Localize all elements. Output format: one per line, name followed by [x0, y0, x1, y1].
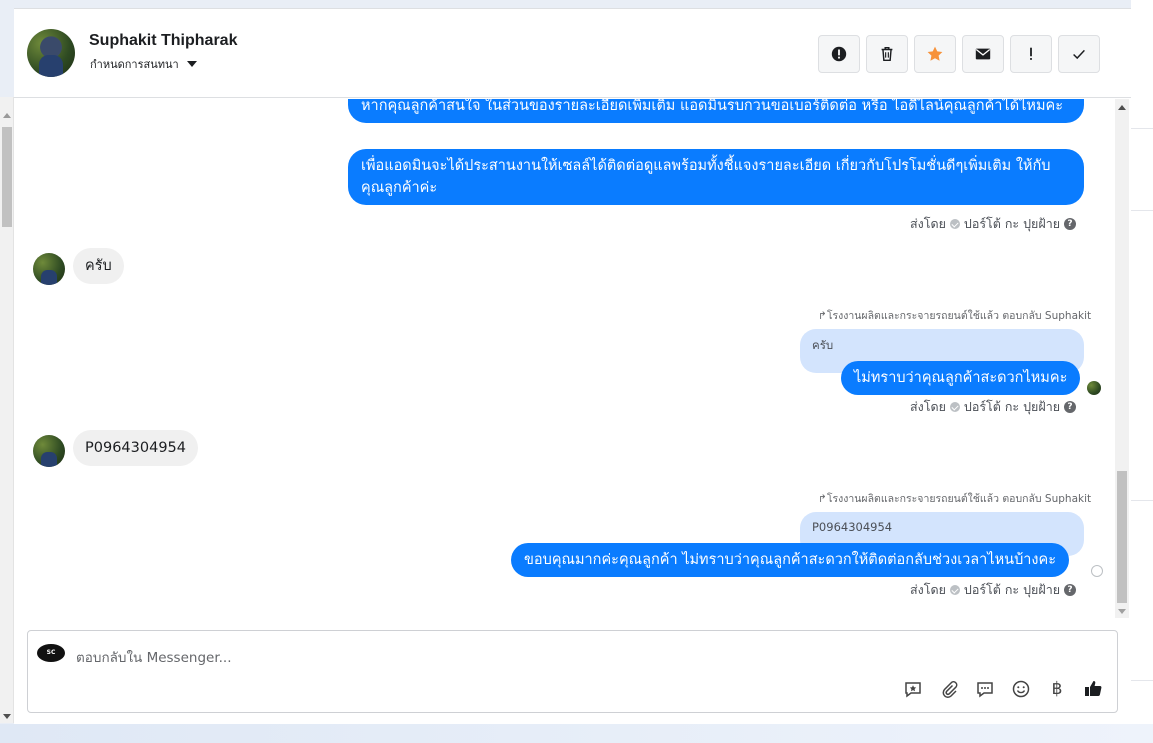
help-icon[interactable]: ?	[1064, 584, 1077, 596]
scroll-up-arrow[interactable]	[1118, 105, 1126, 110]
sent-by-info: ส่งโดย ปอร์โต้ กะ ปุยฝ้าย ?	[910, 580, 1077, 600]
check-icon	[1073, 49, 1085, 60]
outgoing-message[interactable]: หากคุณลูกค้าสนใจ ในส่วนของรายละเอียดเพิ่…	[348, 99, 1084, 123]
contact-avatar-small[interactable]	[33, 253, 65, 285]
conversation-header: Suphakit Thipharak กำหนดการสนทนา	[14, 9, 1131, 98]
chat-bubble-icon	[977, 682, 993, 698]
reply-arrow-icon: ↱	[818, 310, 827, 322]
seen-avatar	[1087, 381, 1101, 395]
verified-icon	[949, 219, 960, 229]
caret-down-icon	[186, 61, 197, 67]
sent-by-label: ส่งโดย	[910, 216, 946, 231]
star-icon	[927, 46, 943, 61]
contact-avatar-small[interactable]	[33, 435, 65, 467]
right-side-panel-edge	[1131, 0, 1153, 743]
reply-note-text: โรงงานผลิตและกระจายรถยนต์ใช้แล้ว ตอบกลับ…	[826, 310, 1092, 322]
scroll-down-arrow[interactable]	[1118, 609, 1126, 614]
verified-icon	[949, 585, 960, 595]
report-icon	[831, 46, 847, 62]
sent-by-info: ส่งโดย ปอร์โต้ กะ ปุยฝ้าย ?	[910, 397, 1077, 417]
page-footer-band	[0, 724, 1153, 743]
outgoing-message[interactable]: ขอบคุณมากค่ะคุณลูกค้า ไม่ทราบว่าคุณลูกค้…	[511, 543, 1070, 577]
sent-by-label: ส่งโดย	[910, 399, 946, 414]
sent-status-icon	[1091, 565, 1103, 577]
mark-done-button[interactable]	[1058, 35, 1100, 73]
outgoing-message[interactable]: เพื่อแอดมินจะได้ประสานงานให้เซลล์ได้ติดต…	[348, 149, 1084, 205]
verified-icon	[949, 402, 960, 412]
trash-icon	[881, 46, 893, 62]
contact-avatar[interactable]	[27, 29, 75, 77]
page-scrollbar[interactable]	[0, 97, 14, 723]
incoming-message[interactable]: P0964304954	[73, 430, 198, 466]
baht-icon: ฿	[1051, 679, 1063, 699]
paperclip-icon	[942, 681, 958, 698]
conversation-label-menu[interactable]: กำหนดการสนทนา	[90, 55, 197, 73]
outgoing-message[interactable]: ไม่ทราบว่าคุณลูกค้าสะดวกไหมคะ	[841, 361, 1081, 395]
header-actions	[818, 35, 1100, 73]
mail-icon	[975, 48, 991, 60]
like-button[interactable]	[1082, 678, 1104, 700]
incoming-message[interactable]: ครับ	[73, 248, 124, 284]
reply-input[interactable]: ตอบกลับใน Messenger...	[76, 646, 232, 668]
reply-composer[interactable]: SC ตอบกลับใน Messenger... ฿	[27, 630, 1118, 713]
report-button[interactable]	[818, 35, 860, 73]
scroll-up-arrow[interactable]	[3, 113, 11, 118]
message-thread[interactable]: หากคุณลูกค้าสนใจ ในส่วนของรายละเอียดเพิ่…	[14, 99, 1131, 618]
help-icon[interactable]: ?	[1064, 401, 1077, 413]
contact-name[interactable]: Suphakit Thipharak	[89, 32, 237, 50]
reply-arrow-icon: ↱	[818, 493, 827, 505]
composer-tools: ฿	[902, 678, 1104, 700]
sender-name: ปอร์โต้ กะ ปุยฝ้าย	[963, 399, 1061, 414]
thread-scrollbar[interactable]	[1115, 99, 1129, 618]
sent-by-label: ส่งโดย	[910, 582, 946, 597]
page-avatar: SC	[37, 644, 65, 662]
emoji-icon	[1012, 680, 1030, 698]
saved-reply-icon	[905, 682, 921, 698]
sent-by-info: ส่งโดย ปอร์โต้ กะ ปุยฝ้าย ?	[910, 214, 1077, 234]
help-icon[interactable]: ?	[1064, 218, 1077, 230]
conversation-panel: Suphakit Thipharak กำหนดการสนทนา หากคุณล…	[14, 8, 1131, 724]
reply-note: ↱โรงงานผลิตและกระจายรถยนต์ใช้แล้ว ตอบกลั…	[818, 307, 1091, 324]
reply-note: ↱โรงงานผลิตและกระจายรถยนต์ใช้แล้ว ตอบกลั…	[818, 490, 1091, 507]
follow-up-button[interactable]	[1010, 35, 1052, 73]
sender-name: ปอร์โต้ กะ ปุยฝ้าย	[963, 216, 1061, 231]
emoji-button[interactable]	[1010, 678, 1032, 700]
attach-button[interactable]	[938, 678, 960, 700]
exclamation-icon	[1030, 47, 1032, 60]
delete-button[interactable]	[866, 35, 908, 73]
quick-reply-button[interactable]	[974, 678, 996, 700]
saved-reply-button[interactable]	[902, 678, 924, 700]
scroll-down-arrow[interactable]	[3, 714, 11, 719]
reply-note-text: โรงงานผลิตและกระจายรถยนต์ใช้แล้ว ตอบกลับ…	[826, 493, 1092, 505]
label-menu-text: กำหนดการสนทนา	[90, 58, 179, 71]
page-scroll-thumb[interactable]	[2, 127, 12, 227]
sender-name: ปอร์โต้ กะ ปุยฝ้าย	[963, 582, 1061, 597]
mark-unread-button[interactable]	[962, 35, 1004, 73]
payment-button[interactable]: ฿	[1046, 678, 1068, 700]
thumbs-up-icon	[1085, 681, 1102, 696]
thread-scroll-thumb[interactable]	[1117, 471, 1127, 603]
star-button[interactable]	[914, 35, 956, 73]
